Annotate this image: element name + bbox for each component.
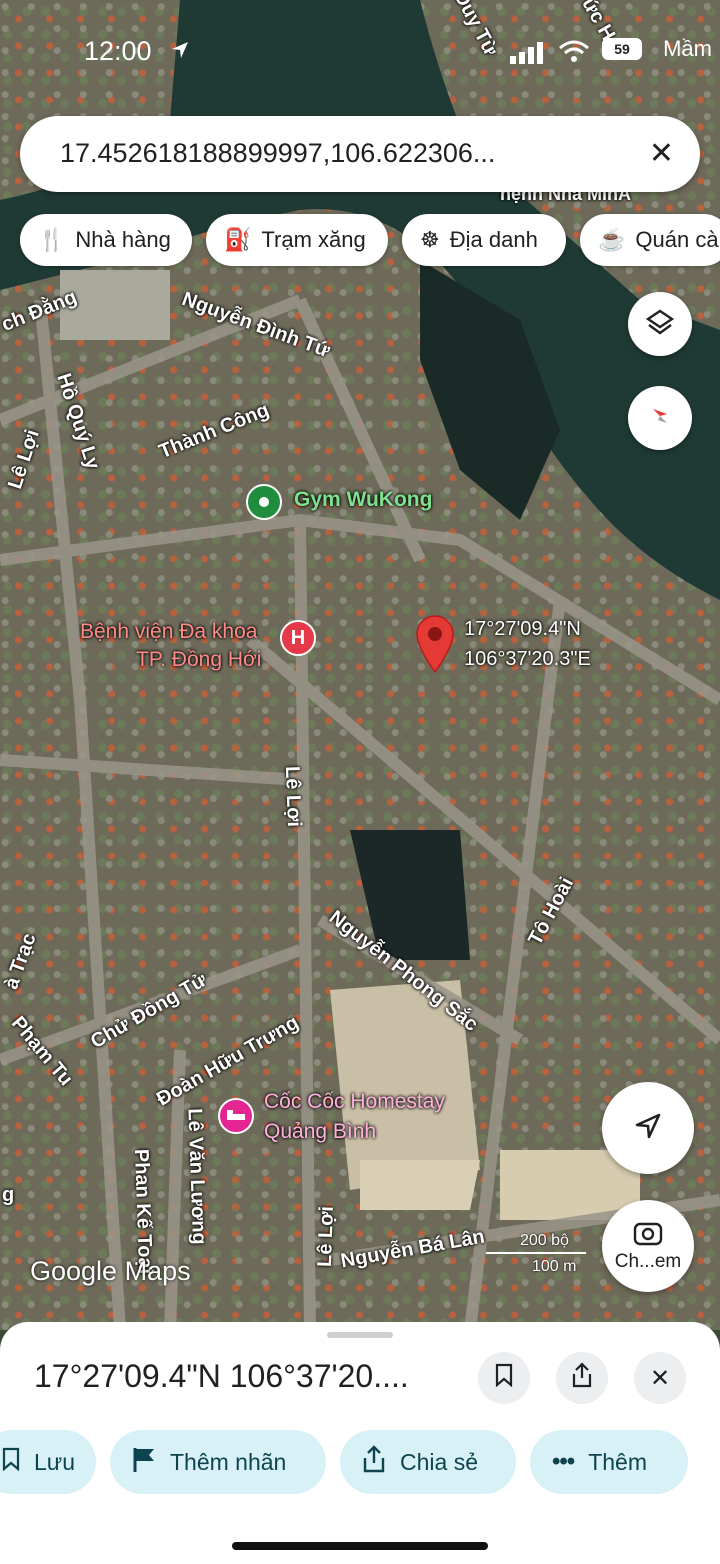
wifi-icon (558, 40, 590, 69)
more-label: Thêm (588, 1448, 648, 1475)
street-label: g (2, 1184, 15, 1206)
search-bar[interactable]: 17.452618188899997,106.622306... ✕ (20, 116, 700, 192)
hospital-label-line2: TP. Đồng Hới (136, 648, 262, 671)
gas-station-icon: ⛽ (224, 227, 252, 252)
share-icon (571, 1361, 593, 1395)
gym-icon (246, 484, 282, 520)
gym-label: Gym WuKong (294, 488, 433, 511)
more-button[interactable]: ••• Thêm (530, 1430, 688, 1494)
compass-icon (645, 401, 675, 436)
share-action-button[interactable]: Chia sẻ (340, 1430, 516, 1494)
signal-icon (510, 42, 546, 69)
hospital-icon: H (280, 620, 316, 656)
street-label: Lê Lợi (280, 765, 306, 828)
restaurant-icon: 🍴 (38, 227, 66, 252)
save-label: Lưu (34, 1448, 75, 1475)
home-indicator (232, 1542, 488, 1550)
pin-lat-label: 17°27'09.4"N (464, 618, 581, 640)
scale-bar: 200 bộ 100 m (486, 1232, 596, 1276)
chip-label: Quán cà (635, 227, 719, 252)
share-icon (362, 1445, 386, 1479)
landmark-icon: ☸ (420, 227, 440, 252)
chip-coffee[interactable]: ☕ Quán cà (580, 214, 720, 266)
place-sheet[interactable]: 17°27'09.4"N 106°37'20.... ✕ Lưu Thêm nh… (0, 1322, 720, 1564)
scale-top-label: 200 bộ (520, 1232, 569, 1249)
close-icon[interactable]: ✕ (649, 136, 674, 171)
coffee-icon: ☕ (598, 227, 626, 252)
google-maps-watermark: Google Maps (30, 1256, 191, 1286)
pin-lng-label: 106°37'20.3"E (464, 648, 591, 670)
close-icon: ✕ (649, 1364, 671, 1392)
homestay-label-line2: Quảng Bình (264, 1120, 377, 1143)
street-label: Lê Lợi (313, 1205, 339, 1268)
place-title: 17°27'09.4"N 106°37'20.... (34, 1358, 409, 1394)
add-label-label: Thêm nhãn (170, 1448, 287, 1475)
lens-button[interactable]: Ch...em (602, 1200, 694, 1292)
add-label-button[interactable]: Thêm nhãn (110, 1430, 326, 1494)
chip-label: Trạm xăng (261, 227, 366, 252)
chip-restaurants[interactable]: 🍴 Nhà hàng (20, 214, 192, 266)
status-time: 12:00 (84, 36, 152, 66)
search-query[interactable]: 17.452618188899997,106.622306... (60, 138, 580, 169)
bookmark-icon (494, 1363, 514, 1394)
chip-label: Nhà hàng (75, 227, 171, 252)
navigation-arrow-icon (633, 1111, 663, 1146)
bookmark-button[interactable] (478, 1352, 530, 1404)
layers-button[interactable] (628, 292, 692, 356)
homestay-label-line1: Cốc Cốc Homestay (264, 1090, 445, 1113)
my-location-button[interactable] (602, 1082, 694, 1174)
pin-icon (414, 614, 456, 679)
close-sheet-button[interactable]: ✕ (634, 1352, 686, 1404)
hotel-icon (218, 1098, 254, 1134)
street-label: Lê Văn Lương (183, 1107, 211, 1246)
sheet-drag-handle[interactable] (327, 1332, 393, 1338)
lens-label: Ch...em (614, 1250, 682, 1272)
status-carrier: Mầm (663, 36, 712, 61)
chip-landmarks[interactable]: ☸ Địa danh (402, 214, 566, 266)
camera-search-icon (633, 1220, 663, 1251)
layers-icon (645, 307, 675, 342)
flag-icon (132, 1446, 156, 1478)
chip-label: Địa danh (449, 227, 538, 252)
save-button[interactable]: Lưu (0, 1430, 96, 1494)
compass-button[interactable] (628, 386, 692, 450)
location-arrow-icon (170, 40, 190, 65)
hospital-label-line1: Bệnh viện Đa khoa (80, 620, 258, 643)
chip-gas-stations[interactable]: ⛽ Trạm xăng (206, 214, 388, 266)
bookmark-icon (2, 1447, 20, 1477)
scale-bottom-label: 100 m (532, 1258, 577, 1275)
status-bar: 12:00 59 Mầm (0, 30, 720, 74)
share-label: Chia sẻ (400, 1448, 478, 1475)
share-button[interactable] (556, 1352, 608, 1404)
battery-icon: 59 (602, 38, 642, 60)
more-dots-icon: ••• (552, 1448, 575, 1475)
